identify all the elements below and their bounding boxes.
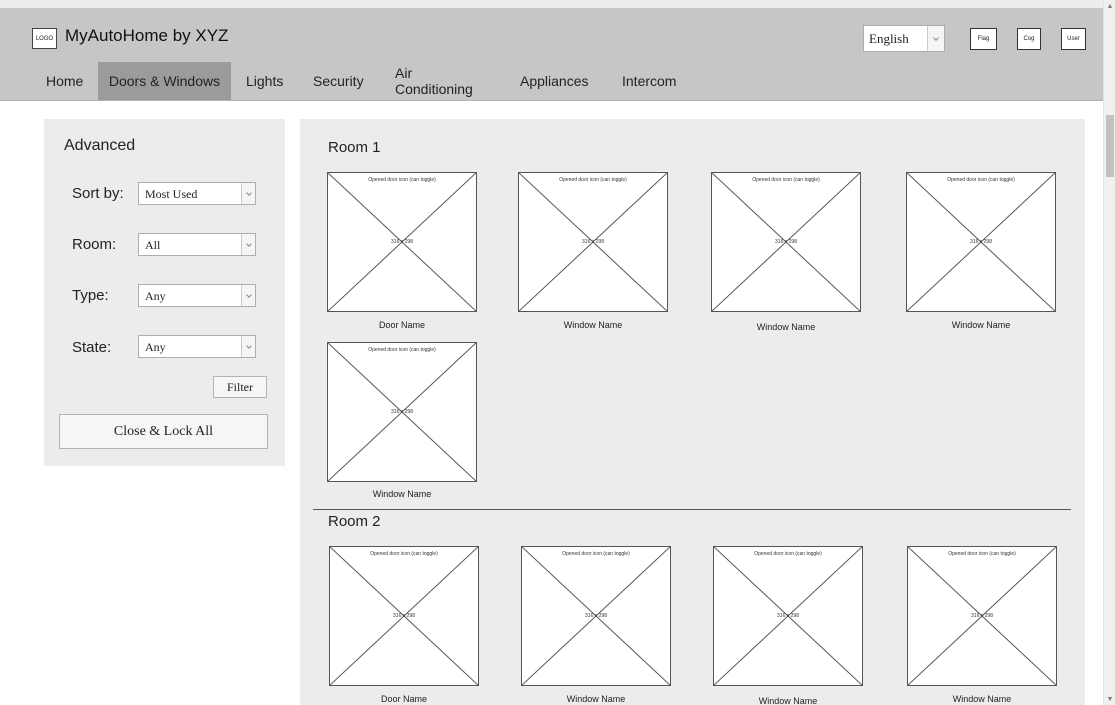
language-select[interactable]: English (863, 25, 945, 52)
icon-caption: Opened door icon (can toggle) (754, 551, 822, 557)
filter-button[interactable]: Filter (213, 376, 267, 398)
door-icon-placeholder[interactable]: Opened door icon (can toggle) 316 x 298 (329, 546, 479, 686)
icon-size-label: 316 x 298 (393, 613, 415, 619)
cog-button[interactable]: Cog (1017, 28, 1041, 50)
state-label: State: (72, 339, 112, 356)
sort-by-select[interactable]: Most Used (138, 182, 256, 205)
icon-caption: Opened door icon (can toggle) (562, 551, 630, 557)
advanced-filter-panel: Advanced Sort by: Most Used Room: All Ty… (44, 119, 285, 466)
close-lock-all-button[interactable]: Close & Lock All (59, 414, 268, 449)
device-name: Window Name (563, 320, 623, 330)
app-title: MyAutoHome by XYZ (65, 26, 229, 45)
type-label: Type: (72, 287, 109, 304)
flag-button[interactable]: Flag (970, 28, 997, 50)
nav-security[interactable]: Security (313, 62, 364, 100)
nav-intercom[interactable]: Intercom (622, 62, 676, 100)
device-name: Window Name (951, 320, 1011, 330)
icon-size-label: 316 x 298 (582, 239, 604, 245)
icon-size-label: 316 x 298 (970, 239, 992, 245)
device-name: Window Name (566, 694, 626, 704)
room-value: All (145, 238, 161, 252)
sort-by-value: Most Used (145, 187, 198, 201)
window-icon-placeholder[interactable]: Opened door icon (can toggle) 316 x 298 (907, 546, 1057, 686)
room-title: Room 1 (328, 139, 381, 156)
type-value: Any (145, 289, 166, 303)
scrollbar-thumb[interactable] (1106, 115, 1114, 177)
window-icon-placeholder[interactable]: Opened door icon (can toggle) 316 x 298 (327, 342, 477, 482)
icon-size-label: 316 x 298 (391, 239, 413, 245)
nav-home[interactable]: Home (46, 62, 83, 100)
sort-by-label: Sort by: (72, 185, 124, 202)
window-icon-placeholder[interactable]: Opened door icon (can toggle) 316 x 298 (713, 546, 863, 686)
icon-caption: Opened door icon (can toggle) (947, 177, 1015, 183)
icon-caption: Opened door icon (can toggle) (559, 177, 627, 183)
device-name: Window Name (756, 322, 816, 332)
language-value: English (869, 31, 909, 46)
type-select[interactable]: Any (138, 284, 256, 307)
icon-caption: Opened door icon (can toggle) (948, 551, 1016, 557)
room-title: Room 2 (328, 513, 381, 530)
chevron-down-icon[interactable] (241, 234, 255, 255)
scroll-up-icon[interactable]: ▲ (1104, 0, 1115, 12)
room-divider (313, 509, 1071, 510)
icon-size-label: 316 x 298 (585, 613, 607, 619)
state-value: Any (145, 340, 166, 354)
chevron-down-icon[interactable] (927, 26, 944, 51)
window-icon-placeholder[interactable]: Opened door icon (can toggle) 316 x 298 (711, 172, 861, 312)
icon-size-label: 316 x 298 (971, 613, 993, 619)
nav-appliances[interactable]: Appliances (520, 62, 589, 100)
device-name: Window Name (372, 489, 432, 499)
icon-caption: Opened door icon (can toggle) (368, 347, 436, 353)
device-name: Window Name (952, 694, 1012, 704)
door-icon-placeholder[interactable]: Opened door icon (can toggle) 316 x 298 (327, 172, 477, 312)
logo[interactable]: LOGO (32, 28, 57, 49)
nav-air-conditioning[interactable]: Air Conditioning (395, 62, 473, 100)
panel-title: Advanced (64, 137, 136, 154)
window-icon-placeholder[interactable]: Opened door icon (can toggle) 316 x 298 (521, 546, 671, 686)
nav-lights[interactable]: Lights (246, 62, 283, 100)
chevron-down-icon[interactable] (241, 183, 255, 204)
device-name: Window Name (758, 696, 818, 705)
icon-size-label: 316 x 298 (775, 239, 797, 245)
chevron-down-icon[interactable] (241, 336, 255, 357)
nav-doors-windows[interactable]: Doors & Windows (98, 62, 231, 100)
scroll-down-icon[interactable]: ▼ (1104, 693, 1115, 705)
device-name: Door Name (380, 694, 427, 704)
state-select[interactable]: Any (138, 335, 256, 358)
room-select[interactable]: All (138, 233, 256, 256)
app-header: LOGO MyAutoHome by XYZ English Flag Cog … (0, 0, 1103, 101)
room-label: Room: (72, 236, 117, 253)
window-icon-placeholder[interactable]: Opened door icon (can toggle) 316 x 298 (518, 172, 668, 312)
vertical-scrollbar[interactable]: ▲ ▼ (1103, 0, 1115, 705)
user-button[interactable]: User (1061, 28, 1086, 50)
device-name: Door Name (378, 320, 425, 330)
icon-caption: Opened door icon (can toggle) (752, 177, 820, 183)
icon-size-label: 316 x 298 (391, 409, 413, 415)
icon-size-label: 316 x 298 (777, 613, 799, 619)
chevron-down-icon[interactable] (241, 285, 255, 306)
device-grid: Room 1 Opened door icon (can toggle) 316… (300, 119, 1085, 705)
icon-caption: Opened door icon (can toggle) (368, 177, 436, 183)
icon-caption: Opened door icon (can toggle) (370, 551, 438, 557)
window-icon-placeholder[interactable]: Opened door icon (can toggle) 316 x 298 (906, 172, 1056, 312)
